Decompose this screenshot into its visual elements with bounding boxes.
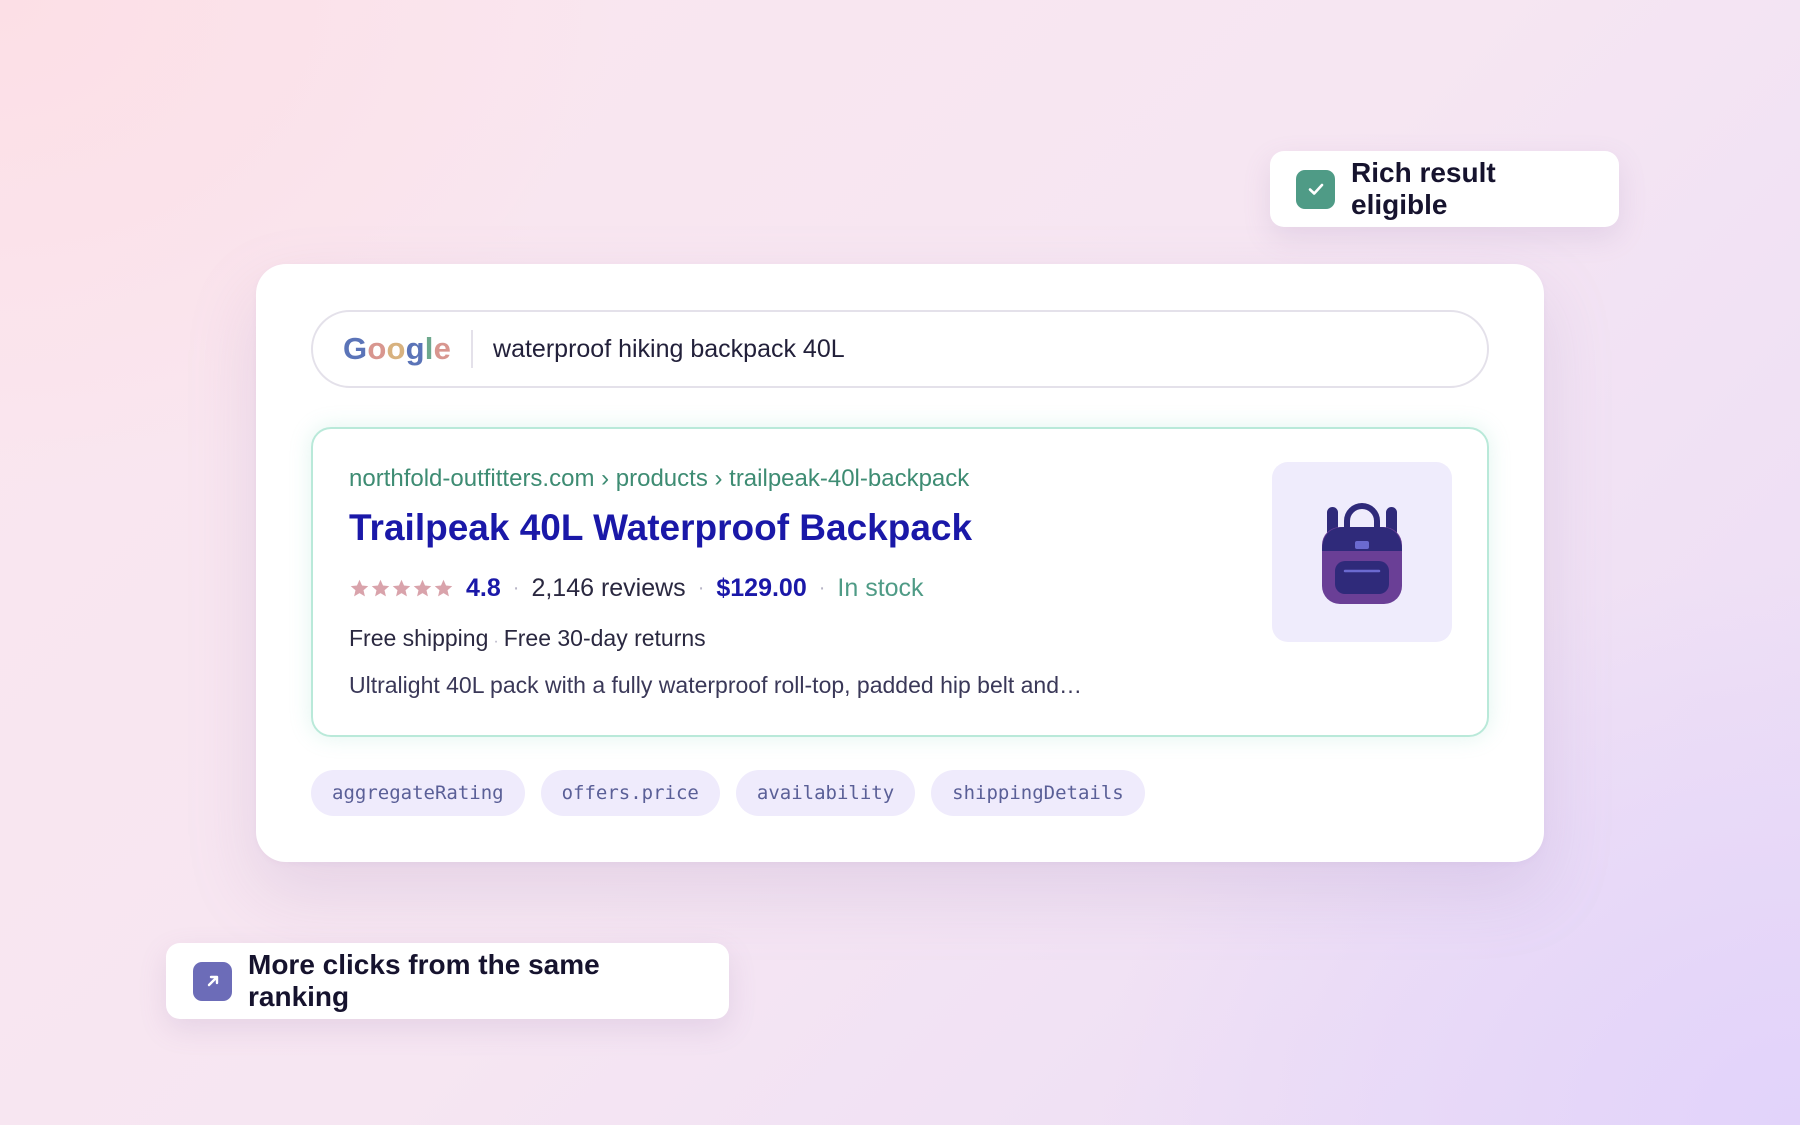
separator-dot: ·: [818, 577, 826, 599]
star-icon: [392, 579, 411, 597]
badge-label: Rich result eligible: [1351, 157, 1496, 220]
star-icon: [413, 579, 432, 597]
rating-stars: [349, 578, 454, 599]
separator-dot: ·: [512, 577, 520, 599]
star-icon: [434, 579, 453, 597]
separator-dot: ·: [493, 633, 499, 650]
schema-chip: availability: [735, 770, 916, 816]
badge-label: More clicks from the same ranking: [248, 949, 600, 1012]
price: $129.00: [716, 574, 807, 602]
schema-chip: aggregateRating: [311, 770, 525, 816]
star-icon: [371, 579, 390, 597]
schema-chip: shippingDetails: [931, 770, 1145, 816]
more-clicks-badge: More clicks from the same ranking: [166, 943, 729, 1019]
returns-text: Free 30-day returns: [503, 625, 706, 651]
search-bar[interactable]: Google waterproof hiking backpack 40L: [311, 310, 1489, 388]
star-icon: [350, 579, 369, 597]
rich-result-eligible-badge: Rich result eligible: [1270, 151, 1619, 227]
rating-value: 4.8: [466, 574, 501, 602]
shipping-text: Free shipping: [349, 625, 489, 651]
search-result[interactable]: northfold-outfitters.com › products › tr…: [311, 427, 1489, 737]
arrow-up-right-icon: [193, 961, 232, 1001]
check-icon: [1296, 169, 1335, 209]
search-query[interactable]: waterproof hiking backpack 40L: [493, 335, 845, 364]
result-title[interactable]: Trailpeak 40L Waterproof Backpack: [349, 507, 972, 549]
google-logo: Google: [343, 331, 452, 366]
shipping-info: Free shipping · Free 30-day returns: [349, 625, 706, 652]
schema-chip: offers.price: [540, 770, 720, 816]
serp-preview-card: Google waterproof hiking backpack 40L no…: [256, 264, 1544, 862]
result-breadcrumb[interactable]: northfold-outfitters.com › products › tr…: [349, 465, 969, 493]
availability-status: In stock: [837, 574, 924, 602]
separator-dot: ·: [697, 577, 705, 599]
result-description: Ultralight 40L pack with a fully waterpr…: [349, 672, 1083, 698]
schema-chips: aggregateRating offers.price availabilit…: [311, 770, 1161, 816]
review-count: 2,146 reviews: [531, 574, 686, 602]
backpack-icon: [1322, 503, 1402, 604]
result-meta: 4.8 · 2,146 reviews · $129.00 · In stock: [349, 574, 924, 603]
result-thumbnail[interactable]: [1272, 462, 1452, 642]
search-divider: [471, 330, 474, 368]
